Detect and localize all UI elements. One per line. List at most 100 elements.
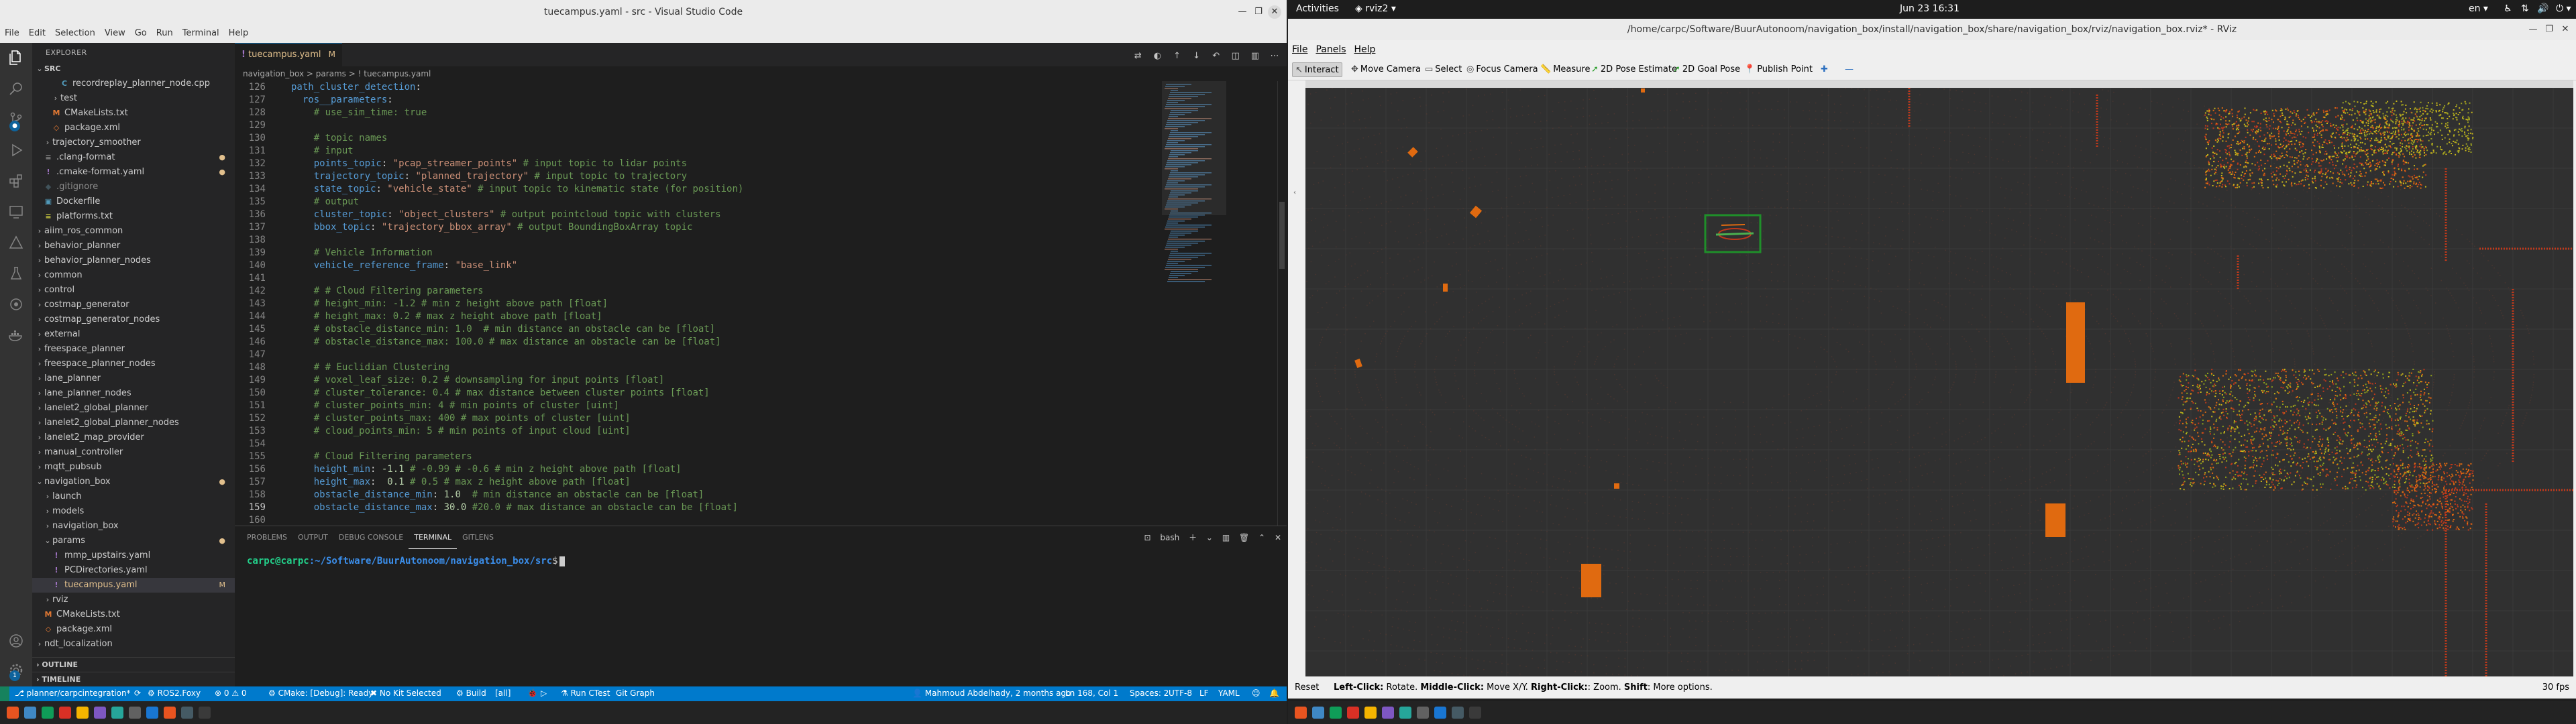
tool-focus-camera[interactable]: ◎ Focus Camera	[1464, 62, 1541, 77]
tab-tuecampus-yaml[interactable]: ! tuecampus.yaml M	[235, 43, 342, 66]
left-taskbar-app-icon[interactable]	[76, 707, 89, 719]
code-line[interactable]: 133 trajectory_topic: "planned_trajector…	[235, 170, 1201, 183]
rviz-menu-help[interactable]: Help	[1350, 40, 1380, 59]
right-taskbar-app-icon[interactable]	[1330, 707, 1342, 719]
tree-item[interactable]: › manual_controller	[32, 445, 235, 460]
code-line[interactable]: 160	[235, 514, 1201, 526]
tree-item[interactable]: › costmap_generator_nodes	[32, 312, 235, 327]
code-line[interactable]: 146 # obstacle_distance_max: 100.0 # max…	[235, 336, 1201, 349]
previous-change-icon[interactable]: ↑	[1171, 51, 1184, 61]
rviz-menu-file[interactable]: File	[1288, 40, 1311, 59]
code-line[interactable]: 141	[235, 272, 1201, 285]
volume-icon[interactable]: 🔊	[2537, 3, 2548, 14]
terminal-shell-select[interactable]: bash	[1160, 533, 1179, 542]
tool-add-tool[interactable]: ✚	[1818, 62, 1833, 77]
menu-help[interactable]: Help	[224, 24, 254, 43]
code-editor[interactable]: 126 path_cluster_detection: 127 ros__param…	[235, 81, 1201, 526]
tree-item[interactable]: Crecordreplay_planner_node.cpp	[32, 76, 235, 91]
gear-icon[interactable]: 1	[8, 662, 24, 681]
more-actions-icon[interactable]: ⋯	[1268, 51, 1281, 61]
right-taskbar-app-icon[interactable]	[1434, 707, 1446, 719]
network-icon[interactable]: ⇅	[2521, 3, 2529, 14]
tree-item[interactable]: › lanelet2_global_planner_nodes	[32, 416, 235, 430]
extensions-icon[interactable]	[8, 173, 24, 189]
left-taskbar-app-icon[interactable]	[199, 707, 211, 719]
cursor-position[interactable]: Ln 168, Col 1	[1065, 688, 1118, 698]
revert-icon[interactable]: ↶	[1210, 51, 1223, 61]
code-line[interactable]: 158 obstacle_distance_min: 1.0 # min dis…	[235, 489, 1201, 501]
panel-tab-gitlens[interactable]: GITLENS	[457, 526, 499, 549]
code-line[interactable]: 144 # height_max: 0.2 # max z height abo…	[235, 310, 1201, 323]
ctest-button[interactable]: ⚗ Run CTest	[561, 688, 610, 698]
tree-item[interactable]: › navigation_box	[32, 519, 235, 534]
tool-publish-point[interactable]: 📍 Publish Point	[1741, 62, 1815, 77]
code-line[interactable]: 155 # Cloud Filtering parameters	[235, 450, 1201, 463]
close-icon[interactable]: ✕	[2559, 23, 2572, 36]
tree-item[interactable]: ◇ package.xml	[32, 121, 235, 135]
code-line[interactable]: 154	[235, 438, 1201, 450]
tree-item[interactable]: › costmap_generator	[32, 298, 235, 312]
code-line[interactable]: 148 # # Euclidian Clustering	[235, 361, 1201, 374]
panel-tab-terminal[interactable]: TERMINAL	[409, 526, 458, 549]
rviz-3d-view[interactable]	[1305, 88, 2573, 676]
lidar-scene[interactable]	[1305, 88, 2573, 676]
tree-item[interactable]: M CMakeLists.txt	[32, 607, 235, 622]
tool-select[interactable]: ▭ Select	[1422, 62, 1464, 77]
left-taskbar-app-icon[interactable]	[129, 707, 141, 719]
accessibility-icon[interactable]: ♿	[2504, 3, 2512, 14]
tree-item[interactable]: › aiim_ros_common	[32, 224, 235, 239]
tree-item[interactable]: › control	[32, 283, 235, 298]
language-mode[interactable]: YAML	[1218, 688, 1240, 698]
right-taskbar-app-icon[interactable]	[1452, 707, 1464, 719]
code-line[interactable]: 152 # cluster_points_max: 400 # max poin…	[235, 412, 1201, 425]
expand-left-panel-icon[interactable]: ‹	[1293, 189, 1296, 196]
tool-interact[interactable]: ↖ Interact	[1292, 62, 1342, 77]
editor-scrollbar[interactable]	[1277, 81, 1287, 526]
tree-item[interactable]: › freespace_planner	[32, 342, 235, 357]
ros-status[interactable]: ⚙ ROS2.Foxy	[148, 688, 201, 698]
git-compare-icon[interactable]: ⇄	[1131, 51, 1144, 61]
left-taskbar-app-icon[interactable]	[42, 707, 54, 719]
tree-item[interactable]: ! tuecampus.yaml M	[32, 578, 235, 593]
tree-item[interactable]: › lane_planner	[32, 371, 235, 386]
right-taskbar-app-icon[interactable]	[1364, 707, 1377, 719]
tree-item[interactable]: › launch	[32, 489, 235, 504]
next-change-icon[interactable]: ↓	[1190, 51, 1203, 61]
tool-move-camera[interactable]: ✥ Move Camera	[1348, 62, 1424, 77]
menu-terminal[interactable]: Terminal	[178, 24, 224, 43]
git-graph-button[interactable]: Git Graph	[616, 688, 655, 698]
left-taskbar-app-icon[interactable]	[146, 707, 158, 719]
rviz-menu-panels[interactable]: Panels	[1311, 40, 1350, 59]
tree-item[interactable]: ! PCDirectories.yaml	[32, 563, 235, 578]
left-taskbar-app-icon[interactable]	[7, 707, 19, 719]
debug-icon[interactable]: 🐞	[527, 688, 537, 698]
left-taskbar-app-icon[interactable]	[24, 707, 36, 719]
code-line[interactable]: 153 # cloud_points_min: 5 # min points o…	[235, 425, 1201, 438]
eol[interactable]: LF	[1199, 688, 1209, 698]
tree-item[interactable]: › ndt_localization	[32, 637, 235, 652]
problems-status[interactable]: ⊗ 0 ⚠ 0	[215, 688, 247, 698]
menu-go[interactable]: Go	[130, 24, 152, 43]
left-taskbar-app-icon[interactable]	[111, 707, 123, 719]
tool-2d-pose-estimate[interactable]: ➚ 2D Pose Estimate	[1589, 62, 1680, 77]
code-line[interactable]: 136 cluster_topic: "object_clusters" # o…	[235, 208, 1201, 221]
right-taskbar-app-icon[interactable]	[1469, 707, 1481, 719]
cmake-icon[interactable]	[8, 235, 24, 251]
activities-button[interactable]: Activities	[1296, 3, 1339, 14]
code-line[interactable]: 129	[235, 119, 1201, 132]
tree-item[interactable]: ⌄ navigation_box ●	[32, 475, 235, 489]
build-button[interactable]: ⚙ Build	[456, 688, 486, 698]
code-line[interactable]: 138	[235, 234, 1201, 247]
close-panel-icon[interactable]: ✕	[1275, 533, 1281, 542]
explorer-icon[interactable]	[8, 50, 24, 66]
timeline-section[interactable]: › TIMELINE	[32, 672, 235, 686]
tool-2d-goal-pose[interactable]: ➚ 2D Goal Pose	[1670, 62, 1743, 77]
menu-edit[interactable]: Edit	[24, 24, 50, 43]
code-line[interactable]: 159 obstacle_distance_max: 30.0 #20.0 # …	[235, 501, 1201, 514]
tree-item[interactable]: › behavior_planner	[32, 239, 235, 253]
tree-item[interactable]: ≡ .clang-format ●	[32, 150, 235, 165]
tree-item[interactable]: › lanelet2_map_provider	[32, 430, 235, 445]
code-line[interactable]: 132 points_topic: "pcap_streamer_points"…	[235, 158, 1201, 170]
code-line[interactable]: 127 ros__parameters:	[235, 94, 1201, 107]
code-line[interactable]: 149 # voxel_leaf_size: 0.2 # downsamplin…	[235, 374, 1201, 387]
